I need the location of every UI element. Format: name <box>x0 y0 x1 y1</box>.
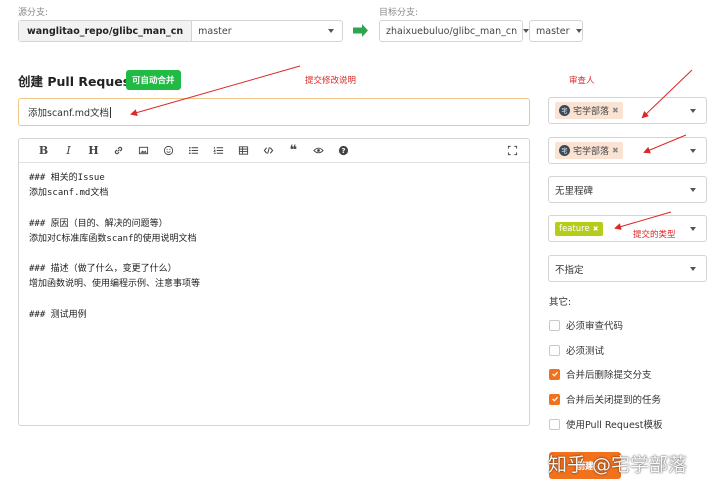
chevron-down-icon <box>575 29 582 33</box>
editor-line: ### 相关的Issue <box>29 173 105 183</box>
numbered-list-icon[interactable] <box>206 142 231 160</box>
target-branch-name: master <box>536 25 570 37</box>
source-repo: wanglitao_repo/glibc_man_cn <box>19 21 193 41</box>
option-label: 必须审查代码 <box>566 321 624 332</box>
option-require-review[interactable]: 必须审查代码 <box>549 318 623 332</box>
checkbox[interactable] <box>549 319 560 331</box>
avatar: 宅 <box>559 105 570 116</box>
source-branch-label: 源分支: <box>18 8 49 18</box>
chevron-down-icon <box>328 29 334 33</box>
reviewer-annotation: 审查人 <box>569 76 595 86</box>
check-icon <box>551 371 558 377</box>
target-repo-selector[interactable]: zhaixuebuluo/glibc_man_cn <box>379 20 530 42</box>
reviewer-name: 宅学部落 <box>573 107 610 117</box>
target-branch-selector[interactable]: master <box>529 20 583 42</box>
option-label: 必须测试 <box>566 346 605 357</box>
other-options-label: 其它: <box>549 297 572 308</box>
pull-request-page: 源分支: wanglitao_repo/glibc_man_cn master … <box>0 0 720 496</box>
table-icon[interactable] <box>231 142 256 160</box>
checkbox[interactable] <box>549 418 560 430</box>
description-editor[interactable]: B I H ❝ ? ### 相关的Issue 添加scanf.md文档 ### 原因… <box>18 138 530 426</box>
reviewer-selector-1[interactable]: 宅 宅学部落 ✖ <box>548 97 707 124</box>
type-annotation: 提交的类型 <box>633 230 676 240</box>
avatar: 宅 <box>559 145 570 156</box>
chevron-down-icon <box>690 226 696 231</box>
editor-line: ### 原因（目的、解决的问题等） <box>29 218 168 229</box>
image-icon[interactable] <box>131 142 156 160</box>
chevron-down-icon <box>690 187 696 192</box>
reviewer-chip: 宅 宅学部落 ✖ <box>555 102 623 119</box>
remove-icon[interactable]: ✖ <box>612 146 619 155</box>
chevron-down-icon <box>690 148 696 153</box>
option-require-test[interactable]: 必须测试 <box>549 343 604 357</box>
target-branch-label: 目标分支: <box>379 8 419 18</box>
italic-icon[interactable]: I <box>56 142 81 160</box>
checkbox[interactable] <box>549 368 560 380</box>
editor-line: 添加对C标准库函数scanf的使用说明文档 <box>29 233 197 244</box>
editor-line: 增加函数说明、使用编程示例、注意事项等 <box>29 279 201 290</box>
fullscreen-icon[interactable] <box>500 142 525 160</box>
editor-toolbar: B I H ❝ ? <box>19 139 529 163</box>
option-delete-branch[interactable]: 合并后删除提交分支 <box>549 367 652 381</box>
auto-merge-badge: 可自动合并 <box>126 70 181 90</box>
label-chip: feature ✖ <box>555 221 603 236</box>
label-selector[interactable]: feature ✖ <box>548 215 707 242</box>
pr-title-input[interactable]: 添加scanf.md文档 <box>18 98 530 126</box>
svg-text:?: ? <box>342 147 346 155</box>
code-icon[interactable] <box>256 142 281 160</box>
reviewer-name: 宅学部落 <box>573 147 610 157</box>
bullet-list-icon[interactable] <box>181 142 206 160</box>
milestone-selector[interactable]: 无里程碑 <box>548 176 707 203</box>
page-title: 创建 Pull Request <box>18 74 137 89</box>
heading-icon[interactable]: H <box>81 142 106 160</box>
check-icon <box>551 396 558 402</box>
editor-content[interactable]: ### 相关的Issue 添加scanf.md文档 ### 原因（目的、解决的问题等… <box>19 163 529 331</box>
option-close-issues[interactable]: 合并后关闭提到的任务 <box>549 392 661 406</box>
option-label: 合并后删除提交分支 <box>566 370 652 381</box>
title-annotation: 提交修改说明 <box>305 76 357 86</box>
reviewer-chip: 宅 宅学部落 ✖ <box>555 142 623 159</box>
checkbox[interactable] <box>549 393 560 405</box>
link-icon[interactable] <box>106 142 131 160</box>
editor-line: ### 描述（做了什么，变更了什么） <box>29 264 177 275</box>
remove-icon[interactable]: ✖ <box>593 225 599 233</box>
option-label: 合并后关闭提到的任务 <box>566 395 662 406</box>
option-label: 使用Pull Request模板 <box>566 420 663 431</box>
help-icon[interactable]: ? <box>331 142 356 160</box>
priority-selector[interactable]: 不指定 <box>548 255 707 282</box>
reviewer-selector-2[interactable]: 宅 宅学部落 ✖ <box>548 137 707 164</box>
option-use-template[interactable]: 使用Pull Request模板 <box>549 417 662 431</box>
chevron-down-icon <box>690 108 696 113</box>
source-branch-name: master <box>198 25 232 37</box>
quote-icon[interactable]: ❝ <box>281 142 306 160</box>
editor-line: ### 测试用例 <box>29 309 87 320</box>
milestone-value: 无里程碑 <box>555 185 594 197</box>
editor-line: 添加scanf.md文档 <box>29 188 109 199</box>
target-repo: zhaixuebuluo/glibc_man_cn <box>386 25 518 37</box>
preview-eye-icon[interactable] <box>306 142 331 160</box>
watermark: 知乎 @宅学部落 <box>548 454 688 476</box>
priority-value: 不指定 <box>555 264 584 276</box>
source-branch-selector[interactable]: wanglitao_repo/glibc_man_cn master <box>18 20 343 42</box>
chevron-down-icon <box>690 266 696 271</box>
bold-icon[interactable]: B <box>31 142 56 160</box>
remove-icon[interactable]: ✖ <box>612 106 619 115</box>
checkbox[interactable] <box>549 344 560 356</box>
pr-title-value: 添加scanf.md文档 <box>28 108 109 119</box>
emoji-icon[interactable] <box>156 142 181 160</box>
label-name: feature <box>559 223 590 234</box>
